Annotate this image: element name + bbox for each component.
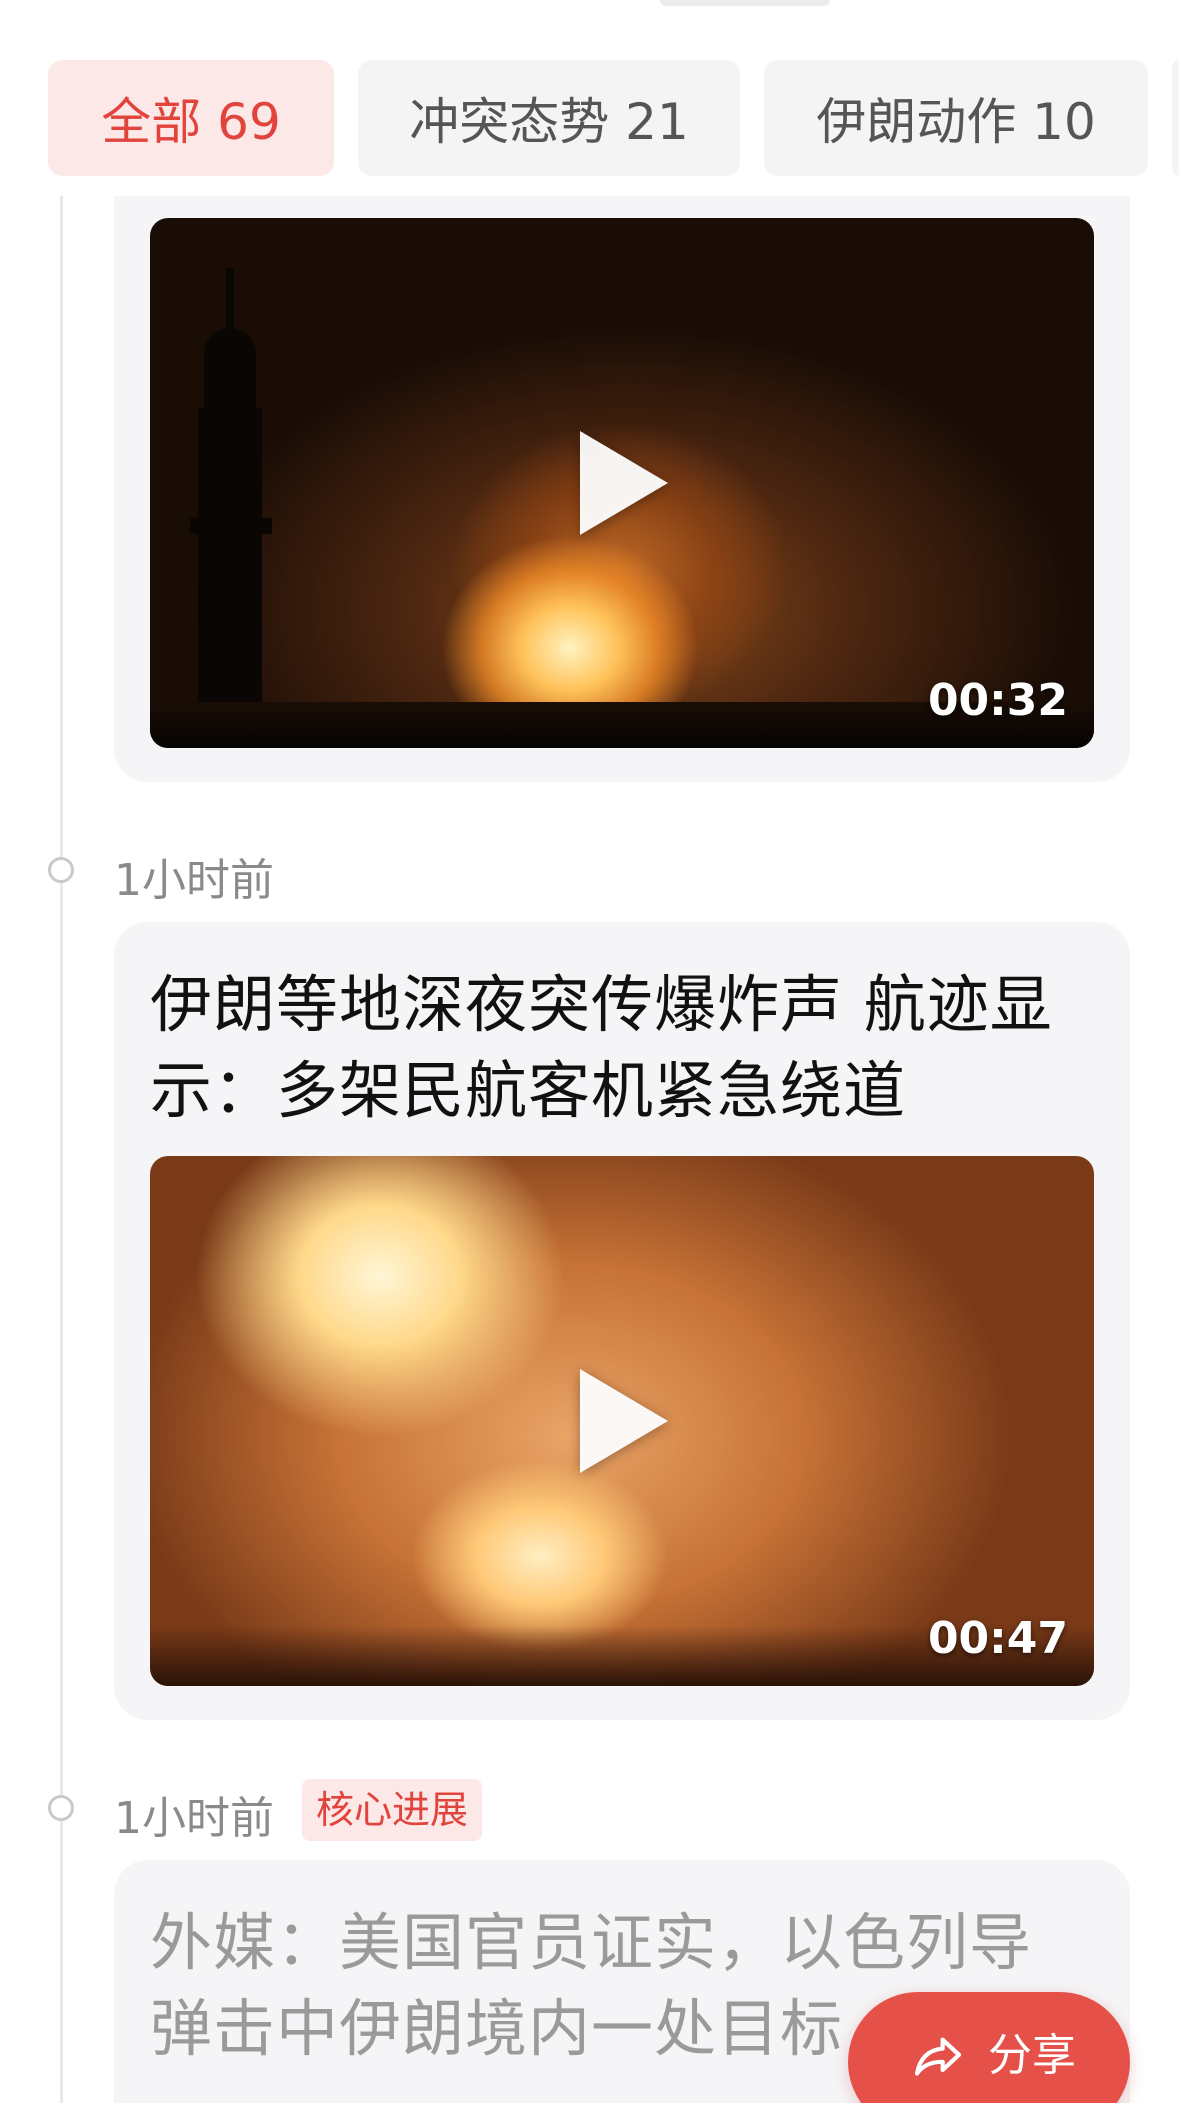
share-button[interactable]: 分享 (848, 1992, 1130, 2103)
video-thumbnail[interactable]: 00:47 (150, 1156, 1094, 1686)
news-timeline-page: 全部 69 冲突态势 21 伊朗动作 10 00:32 1小时前 伊朗等地深夜突… (0, 0, 1179, 2103)
news-card[interactable]: 00:32 (114, 196, 1130, 782)
play-icon[interactable] (580, 431, 668, 535)
core-progress-badge: 核心进展 (302, 1779, 483, 1841)
tab-all[interactable]: 全部 69 (48, 60, 334, 176)
share-arrow-icon (914, 2037, 962, 2076)
timeline-dot (48, 857, 74, 883)
timestamp: 1小时前 (114, 855, 274, 906)
video-duration: 00:32 (927, 675, 1068, 726)
video-thumbnail[interactable]: 00:32 (150, 218, 1094, 748)
previous-bar-edge (660, 0, 830, 6)
share-label: 分享 (988, 2030, 1076, 2081)
filter-tabs: 全部 69 冲突态势 21 伊朗动作 10 (48, 60, 1148, 176)
tab-iran-actions[interactable]: 伊朗动作 10 (764, 60, 1148, 176)
tab-next-edge[interactable] (1172, 60, 1179, 176)
news-card[interactable]: 伊朗等地深夜突传爆炸声 航迹显示：多架民航客机紧急绕道 00:47 (114, 922, 1130, 1720)
play-icon[interactable] (580, 1369, 668, 1473)
timestamp: 1小时前 (114, 1793, 274, 1844)
timeline-dot (48, 1795, 74, 1821)
tab-conflict-situation[interactable]: 冲突态势 21 (358, 60, 740, 176)
news-title[interactable]: 伊朗等地深夜突传爆炸声 航迹显示：多架民航客机紧急绕道 (150, 962, 1094, 1134)
video-duration: 00:47 (927, 1613, 1068, 1664)
